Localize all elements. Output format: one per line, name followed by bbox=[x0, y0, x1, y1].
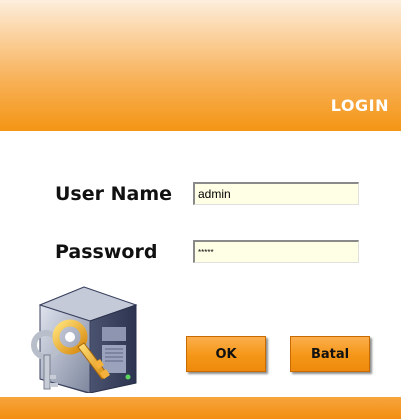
ok-button[interactable]: OK bbox=[186, 336, 266, 372]
login-header: LOGIN bbox=[0, 0, 401, 131]
password-input[interactable] bbox=[193, 240, 359, 263]
username-input[interactable] bbox=[193, 182, 359, 205]
footer-bar bbox=[0, 397, 401, 419]
username-label: User Name bbox=[55, 183, 173, 205]
password-label: Password bbox=[55, 241, 158, 263]
username-row: User Name bbox=[0, 180, 401, 210]
server-key-icon bbox=[22, 283, 142, 394]
header-title: LOGIN bbox=[330, 96, 389, 115]
cancel-button[interactable]: Batal bbox=[290, 336, 370, 372]
password-row: Password bbox=[0, 238, 401, 268]
